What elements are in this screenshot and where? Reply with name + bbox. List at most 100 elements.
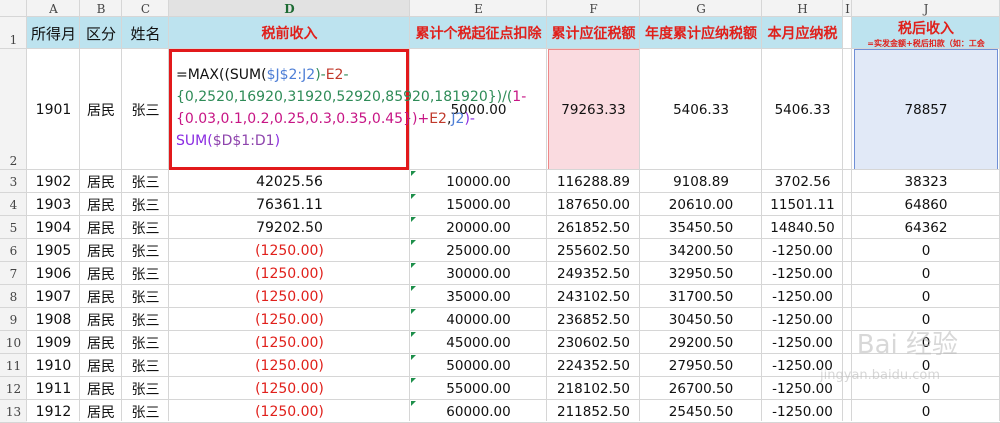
cell-g-row10[interactable]: 29200.50: [640, 331, 762, 354]
cell-h-row8[interactable]: -1250.00: [762, 285, 843, 308]
cell-e-row11[interactable]: 50000.00: [410, 354, 547, 377]
header-cell-monthly-tax[interactable]: 本月应纳税: [762, 17, 843, 49]
header-cell-deduction[interactable]: 累计个税起征点扣除: [410, 17, 547, 49]
cell-a-row6[interactable]: 1905: [27, 239, 80, 262]
row-header[interactable]: 1: [0, 17, 27, 49]
cell-g-row7[interactable]: 32950.50: [640, 262, 762, 285]
cell-e-row2[interactable]: 5000.00: [410, 49, 547, 170]
cell-j-row5[interactable]: 64362: [852, 216, 1000, 239]
cell-e-row4[interactable]: 15000.00: [410, 193, 547, 216]
cell-g-row11[interactable]: 27950.50: [640, 354, 762, 377]
row-header[interactable]: 6: [0, 239, 27, 262]
cell-e-row6[interactable]: 25000.00: [410, 239, 547, 262]
cell-j-row13[interactable]: 0: [852, 400, 1000, 423]
cell-d-row8[interactable]: (1250.00): [169, 285, 410, 308]
cell-d-row9[interactable]: (1250.00): [169, 308, 410, 331]
cell-f-row7[interactable]: 249352.50: [547, 262, 640, 285]
cell-d-row5[interactable]: 79202.50: [169, 216, 410, 239]
column-header-b[interactable]: B: [80, 0, 122, 17]
cell-c-row7[interactable]: 张三: [122, 262, 169, 285]
header-cell-taxable[interactable]: 累计应征税额: [547, 17, 640, 49]
cell-f-row13[interactable]: 211852.50: [547, 400, 640, 423]
cell-d-row6[interactable]: (1250.00): [169, 239, 410, 262]
cell-e-row13[interactable]: 60000.00: [410, 400, 547, 423]
cell-a-row11[interactable]: 1910: [27, 354, 80, 377]
row-header[interactable]: 10: [0, 331, 27, 354]
row-header[interactable]: 4: [0, 193, 27, 216]
row-header[interactable]: 5: [0, 216, 27, 239]
cell-f-row8[interactable]: 243102.50: [547, 285, 640, 308]
cell-h-row3[interactable]: 3702.56: [762, 170, 843, 193]
cell-g-row9[interactable]: 30450.50: [640, 308, 762, 331]
cell-b-row6[interactable]: 居民: [80, 239, 122, 262]
row-header[interactable]: 12: [0, 377, 27, 400]
header-cell-aftertax-income[interactable]: 税后收入=实发金额+税后扣款（如：工会: [852, 17, 1000, 49]
cell-a-row4[interactable]: 1903: [27, 193, 80, 216]
cell-f-row10[interactable]: 230602.50: [547, 331, 640, 354]
cell-f-row12[interactable]: 218102.50: [547, 377, 640, 400]
cell-g-row4[interactable]: 20610.00: [640, 193, 762, 216]
cell-d-row3[interactable]: 42025.56: [169, 170, 410, 193]
cell-a-row10[interactable]: 1909: [27, 331, 80, 354]
cell-e-row8[interactable]: 35000.00: [410, 285, 547, 308]
cell-f-row11[interactable]: 224352.50: [547, 354, 640, 377]
cell-c-row4[interactable]: 张三: [122, 193, 169, 216]
cell-a-row5[interactable]: 1904: [27, 216, 80, 239]
cell-c-row3[interactable]: 张三: [122, 170, 169, 193]
header-cell-name[interactable]: 姓名: [122, 17, 169, 49]
header-cell-category[interactable]: 区分: [80, 17, 122, 49]
formula-cell-d2[interactable]: =MAX((SUM($J$2:J2)-E2-{0,2520,16920,3192…: [169, 49, 409, 170]
row-header[interactable]: 11: [0, 354, 27, 377]
cell-a-row12[interactable]: 1911: [27, 377, 80, 400]
cell-j-row8[interactable]: 0: [852, 285, 1000, 308]
cell-f-row9[interactable]: 236852.50: [547, 308, 640, 331]
cell-g-row8[interactable]: 31700.50: [640, 285, 762, 308]
column-header-c[interactable]: C: [122, 0, 169, 17]
cell-b-row4[interactable]: 居民: [80, 193, 122, 216]
cell-a-row9[interactable]: 1908: [27, 308, 80, 331]
column-header-g[interactable]: G: [640, 0, 762, 17]
cell-a-row13[interactable]: 1912: [27, 400, 80, 423]
column-header-j[interactable]: J: [852, 0, 1000, 17]
cell-j-row6[interactable]: 0: [852, 239, 1000, 262]
cell-f-row4[interactable]: 187650.00: [547, 193, 640, 216]
row-header[interactable]: 7: [0, 262, 27, 285]
cell-a-row7[interactable]: 1906: [27, 262, 80, 285]
cell-a-row3[interactable]: 1902: [27, 170, 80, 193]
cell-d-row12[interactable]: (1250.00): [169, 377, 410, 400]
cell-c-row11[interactable]: 张三: [122, 354, 169, 377]
cell-b-row5[interactable]: 居民: [80, 216, 122, 239]
cell-g-row6[interactable]: 34200.50: [640, 239, 762, 262]
cell-e-row12[interactable]: 55000.00: [410, 377, 547, 400]
column-header-h[interactable]: H: [762, 0, 843, 17]
cell-j-row2[interactable]: 78857: [852, 49, 1000, 170]
header-cell-month[interactable]: 所得月: [27, 17, 80, 49]
column-header-a[interactable]: A: [27, 0, 80, 17]
cell-g-row3[interactable]: 9108.89: [640, 170, 762, 193]
header-cell-annual-tax[interactable]: 年度累计应纳税额: [640, 17, 762, 49]
cell-h-row10[interactable]: -1250.00: [762, 331, 843, 354]
cell-b-row7[interactable]: 居民: [80, 262, 122, 285]
cell-d-row13[interactable]: (1250.00): [169, 400, 410, 423]
select-all-corner[interactable]: [0, 0, 27, 17]
spreadsheet-grid[interactable]: ABCDEFGHIJ12345678910111213所得月区分姓名税前收入累计…: [0, 0, 1000, 421]
cell-d-row11[interactable]: (1250.00): [169, 354, 410, 377]
cell-d-row7[interactable]: (1250.00): [169, 262, 410, 285]
cell-e-row3[interactable]: 10000.00: [410, 170, 547, 193]
cell-b-row12[interactable]: 居民: [80, 377, 122, 400]
cell-c-row12[interactable]: 张三: [122, 377, 169, 400]
cell-h-row7[interactable]: -1250.00: [762, 262, 843, 285]
cell-f-row5[interactable]: 261852.50: [547, 216, 640, 239]
cell-j-row7[interactable]: 0: [852, 262, 1000, 285]
cell-a-row2[interactable]: 1901: [27, 49, 80, 170]
cell-h-row4[interactable]: 11501.11: [762, 193, 843, 216]
cell-b-row13[interactable]: 居民: [80, 400, 122, 423]
cell-b-row8[interactable]: 居民: [80, 285, 122, 308]
row-header[interactable]: 2: [0, 49, 27, 170]
cell-h-row6[interactable]: -1250.00: [762, 239, 843, 262]
cell-j-row4[interactable]: 64860: [852, 193, 1000, 216]
column-header-f[interactable]: F: [547, 0, 640, 17]
row-header[interactable]: 3: [0, 170, 27, 193]
column-header-e[interactable]: E: [410, 0, 547, 17]
cell-e-row7[interactable]: 30000.00: [410, 262, 547, 285]
